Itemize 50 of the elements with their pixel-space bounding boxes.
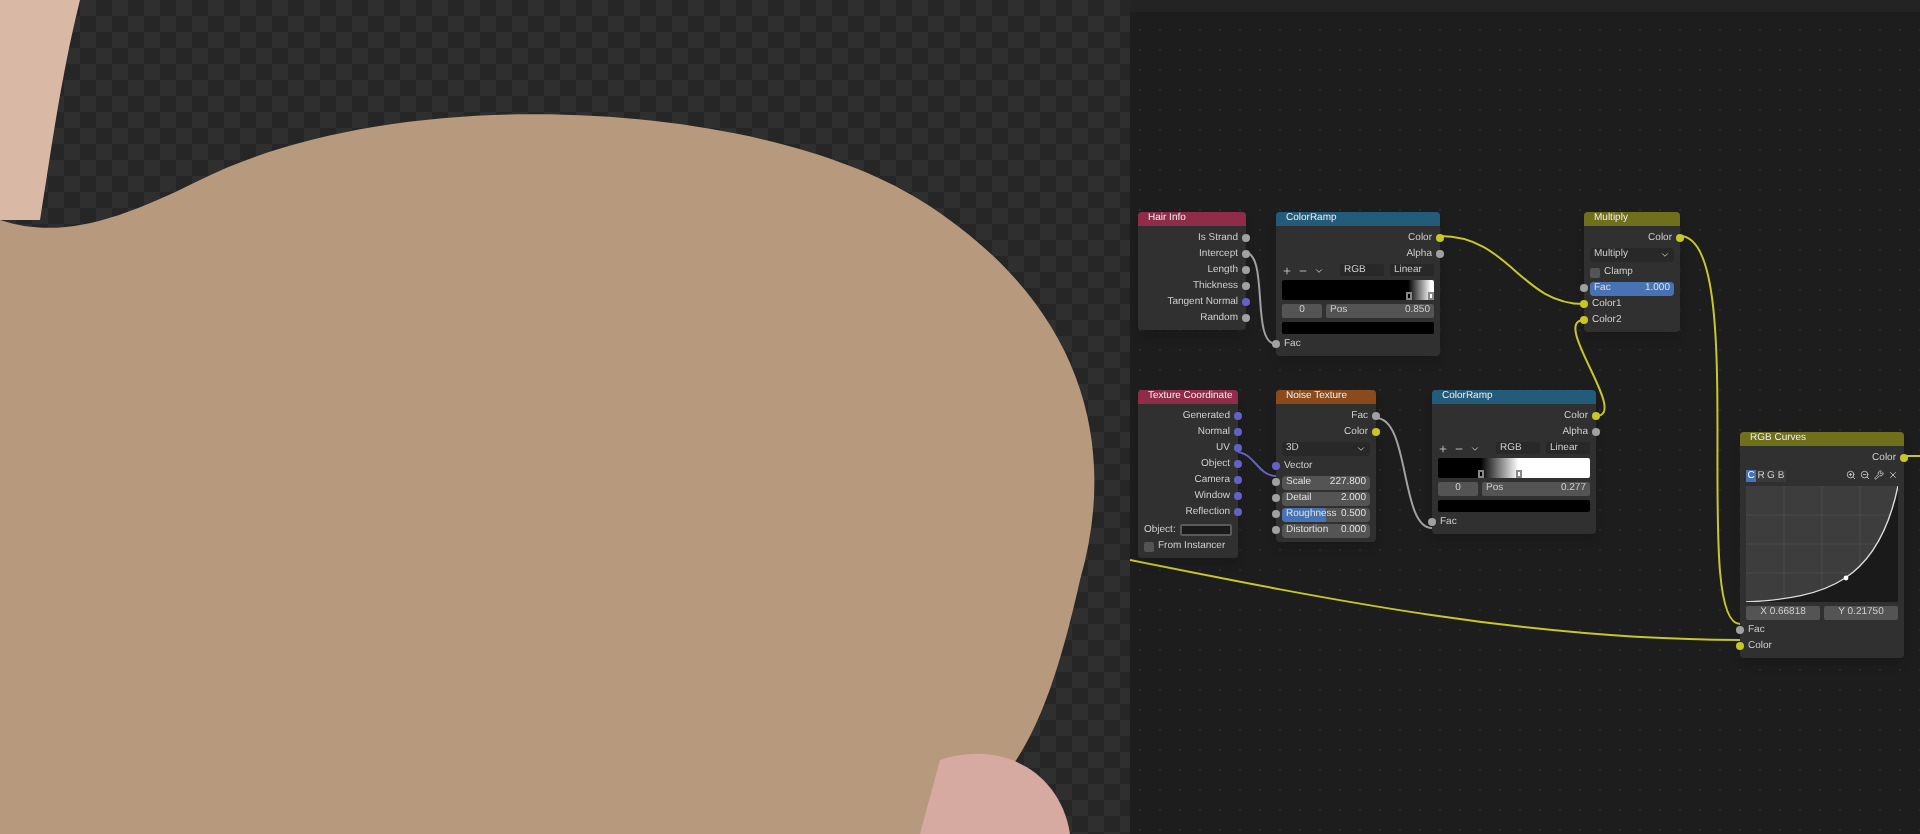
- chevron-icon: [1660, 250, 1670, 260]
- socket-icon[interactable]: [1428, 518, 1436, 526]
- chevron-icon: [1356, 444, 1366, 454]
- socket-icon[interactable]: [1372, 428, 1380, 436]
- socket-icon[interactable]: [1436, 250, 1444, 258]
- socket-icon[interactable]: [1372, 412, 1380, 420]
- remove-icon[interactable]: [1298, 265, 1308, 275]
- gradient-bar[interactable]: [1282, 280, 1434, 300]
- socket-icon[interactable]: [1592, 412, 1600, 420]
- socket-icon[interactable]: [1736, 626, 1744, 634]
- zoom-out-icon[interactable]: [1860, 470, 1870, 480]
- socket-icon[interactable]: [1676, 234, 1684, 242]
- add-icon[interactable]: [1438, 443, 1448, 453]
- tool-icon[interactable]: [1874, 470, 1884, 480]
- socket-icon[interactable]: [1272, 478, 1280, 486]
- socket-icon[interactable]: [1272, 340, 1280, 348]
- stop-handle[interactable]: [1477, 470, 1484, 478]
- color-swatch[interactable]: [1282, 322, 1434, 334]
- object-field[interactable]: [1179, 523, 1232, 535]
- chevron-icon[interactable]: [1470, 443, 1480, 453]
- socket-icon[interactable]: [1272, 526, 1280, 534]
- remove-icon[interactable]: [1454, 443, 1464, 453]
- node-wire: [1375, 417, 1433, 529]
- socket-icon[interactable]: [1242, 234, 1250, 242]
- curve-graph[interactable]: [1746, 486, 1898, 602]
- socket-icon[interactable]: [1242, 266, 1250, 274]
- socket-icon[interactable]: [1272, 494, 1280, 502]
- stop-handle[interactable]: [1427, 292, 1434, 300]
- node-wire: [1235, 451, 1277, 477]
- add-icon[interactable]: [1282, 265, 1292, 275]
- socket-icon[interactable]: [1242, 250, 1250, 258]
- checkbox[interactable]: [1144, 541, 1154, 551]
- node-editor[interactable]: [1130, 0, 1920, 834]
- checkbox[interactable]: [1590, 267, 1600, 277]
- socket-icon[interactable]: [1580, 284, 1588, 292]
- zoom-in-icon[interactable]: [1846, 470, 1856, 480]
- socket-icon[interactable]: [1900, 454, 1908, 462]
- gradient-bar[interactable]: [1438, 458, 1590, 478]
- socket-icon[interactable]: [1592, 428, 1600, 436]
- stop-handle[interactable]: [1515, 470, 1522, 478]
- chevron-icon[interactable]: [1314, 265, 1324, 275]
- socket-icon[interactable]: [1736, 642, 1744, 650]
- stop-handle[interactable]: [1405, 292, 1412, 300]
- socket-icon[interactable]: [1242, 282, 1250, 290]
- socket-icon[interactable]: [1580, 300, 1588, 308]
- socket-icon[interactable]: [1580, 316, 1588, 324]
- socket-icon[interactable]: [1272, 510, 1280, 518]
- socket-icon[interactable]: [1436, 234, 1444, 242]
- color-swatch[interactable]: [1438, 500, 1590, 512]
- socket-icon[interactable]: [1242, 314, 1250, 322]
